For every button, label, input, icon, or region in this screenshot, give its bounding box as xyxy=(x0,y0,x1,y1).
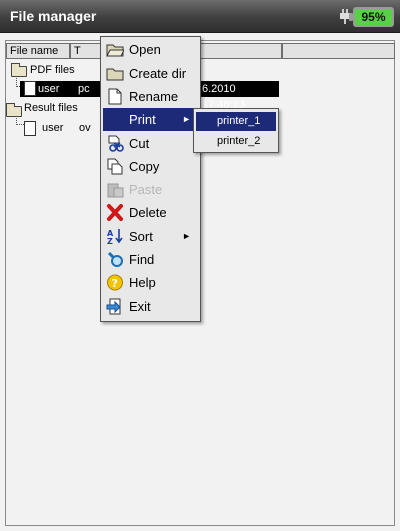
document-icon xyxy=(24,121,36,136)
menu-item-copy[interactable]: Copy xyxy=(103,155,199,178)
menu-item-delete[interactable]: Delete xyxy=(103,201,199,224)
submenu-arrow-icon: ► xyxy=(182,114,191,124)
paste-icon xyxy=(107,183,124,198)
tree-folder-pdf[interactable]: PDF files xyxy=(30,62,75,78)
menu-item-paste[interactable]: Paste xyxy=(103,178,199,201)
battery-level: 95% xyxy=(361,10,386,24)
scissors-icon xyxy=(108,135,124,152)
submenu-item-printer-2[interactable]: printer_2 xyxy=(196,132,276,151)
context-menu: Open Create dir Rename Print ► Cut Copy xyxy=(100,36,201,322)
column-file-name[interactable]: File name xyxy=(6,43,70,59)
menu-item-sort[interactable]: A Z Sort ► xyxy=(103,225,199,248)
svg-text:Z: Z xyxy=(107,237,113,245)
help-icon: ? xyxy=(107,274,123,291)
copy-icon xyxy=(107,158,123,175)
delete-x-icon xyxy=(107,204,123,221)
file-name: user xyxy=(38,83,60,95)
menu-item-print[interactable]: Print ► xyxy=(103,108,199,131)
column-extra[interactable] xyxy=(282,43,395,59)
file-type: ov xyxy=(79,122,91,134)
file-date[interactable]: 6.2010 17:46:23 xyxy=(201,81,279,111)
folder-icon xyxy=(11,63,27,77)
submenu-item-printer-1[interactable]: printer_1 xyxy=(196,112,276,131)
file-name[interactable]: user xyxy=(42,120,63,136)
svg-text:?: ? xyxy=(112,277,118,290)
tree-connector xyxy=(16,116,24,125)
rename-document-icon xyxy=(108,88,122,105)
menu-item-exit[interactable]: Exit xyxy=(103,295,199,318)
file-type: pc xyxy=(78,83,90,95)
menu-item-cut[interactable]: Cut xyxy=(103,132,199,155)
tree-folder-results[interactable]: Result files xyxy=(24,100,78,116)
menu-item-find[interactable]: Find xyxy=(103,248,199,271)
menu-item-help[interactable]: ? Help xyxy=(103,271,199,294)
exit-icon xyxy=(106,298,121,315)
folder-open-icon xyxy=(106,44,124,57)
sort-az-icon: A Z xyxy=(107,229,123,245)
folder-icon xyxy=(106,68,124,81)
menu-item-create-dir[interactable]: Create dir xyxy=(103,62,199,85)
battery-indicator: 95% xyxy=(349,7,394,27)
title-bar: File manager 95% xyxy=(0,0,400,33)
menu-item-rename[interactable]: Rename xyxy=(103,85,199,108)
submenu-arrow-icon: ► xyxy=(182,231,191,241)
print-submenu: printer_1 printer_2 xyxy=(193,108,279,153)
find-icon xyxy=(107,251,123,267)
window-title: File manager xyxy=(10,8,97,24)
document-icon xyxy=(24,81,36,96)
menu-item-open[interactable]: Open xyxy=(103,38,199,61)
